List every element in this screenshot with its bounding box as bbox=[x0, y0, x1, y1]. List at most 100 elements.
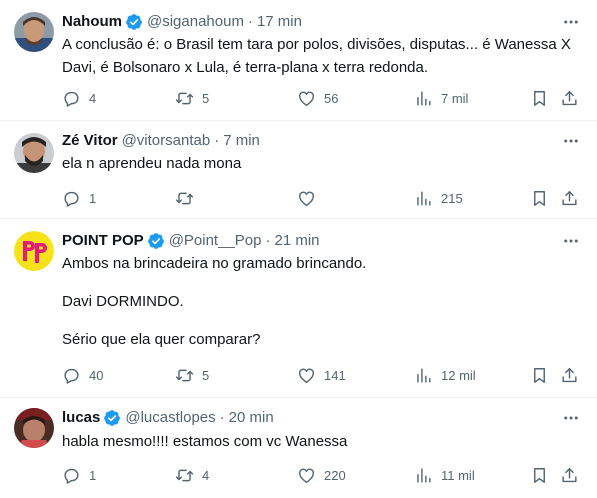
bookmark-icon bbox=[534, 467, 545, 483]
display-name[interactable]: lucas bbox=[62, 408, 100, 428]
tweet-text-line bbox=[62, 313, 581, 328]
share-icon bbox=[562, 90, 577, 105]
tweet-actions: 1 215 bbox=[62, 188, 583, 208]
tweet-text-line: ela n aprendeu nada mona bbox=[62, 155, 242, 172]
user-handle[interactable]: @Point__Pop bbox=[169, 231, 262, 251]
retweet-button[interactable]: 5 bbox=[175, 88, 209, 108]
views-count: 11 mil bbox=[441, 467, 475, 483]
reply-button[interactable]: 4 bbox=[62, 88, 96, 108]
share-button[interactable] bbox=[560, 465, 579, 485]
tweet[interactable]: Nahoum @siganahoum · 17 min A conclusão … bbox=[0, 0, 597, 121]
like-count: 141 bbox=[324, 367, 346, 383]
verified-badge-icon bbox=[126, 14, 142, 30]
views-button[interactable]: 215 bbox=[414, 188, 463, 208]
like-button[interactable]: 56 bbox=[297, 88, 338, 108]
bookmark-button[interactable] bbox=[530, 365, 549, 385]
tweet-text-line: habla mesmo!!!! estamos com vc Wanessa bbox=[62, 433, 348, 450]
avatar[interactable] bbox=[14, 12, 54, 52]
tweet[interactable]: Zé Vitor @vitorsantab · 7 min ela n apre… bbox=[0, 121, 597, 219]
timestamp[interactable]: 21 min bbox=[274, 231, 319, 251]
views-button[interactable]: 7 mil bbox=[414, 88, 468, 108]
more-options-icon[interactable] bbox=[561, 231, 581, 251]
display-name[interactable]: POINT POP bbox=[62, 231, 144, 251]
tweet-text-line: Davi, é Bolsonaro x Lula, é terra-plana … bbox=[62, 59, 429, 76]
retweet-button[interactable]: 4 bbox=[175, 465, 209, 485]
reply-count: 40 bbox=[89, 367, 104, 383]
tweet-text-line: Davi DORMINDO. bbox=[62, 293, 184, 310]
tweet-actions: 4 5 56 7 mil bbox=[62, 88, 583, 108]
bookmark-icon bbox=[534, 367, 545, 383]
avatar[interactable] bbox=[14, 231, 54, 271]
like-button[interactable] bbox=[297, 188, 324, 208]
retweet-button[interactable] bbox=[175, 188, 202, 208]
tweet-text: ela n aprendeu nada mona bbox=[62, 152, 581, 175]
heart-icon bbox=[299, 91, 314, 106]
reply-count: 1 bbox=[89, 190, 97, 206]
views-chart-icon bbox=[417, 467, 431, 483]
tweet-header: POINT POP @Point__Pop · 21 min bbox=[62, 231, 320, 251]
display-name[interactable]: Zé Vitor bbox=[62, 131, 118, 151]
reply-icon bbox=[64, 468, 79, 484]
retweet-count: 4 bbox=[202, 467, 210, 483]
timestamp[interactable]: 17 min bbox=[257, 12, 302, 32]
like-button[interactable]: 141 bbox=[297, 365, 346, 385]
views-count: 215 bbox=[441, 190, 463, 206]
avatar[interactable] bbox=[14, 408, 54, 448]
tweet-header: Nahoum @siganahoum · 17 min bbox=[62, 12, 302, 32]
display-name[interactable]: Nahoum bbox=[62, 12, 122, 32]
views-chart-icon bbox=[417, 367, 431, 383]
reply-button[interactable]: 1 bbox=[62, 188, 96, 208]
tweet-actions: 1 4 220 11 mil bbox=[62, 465, 583, 485]
retweet-button[interactable]: 5 bbox=[175, 365, 209, 385]
tweet-text-line: A conclusão é: o Brasil tem tara por pol… bbox=[62, 36, 571, 53]
reply-count: 1 bbox=[89, 467, 97, 483]
views-button[interactable]: 12 mil bbox=[414, 365, 476, 385]
retweet-count: 5 bbox=[202, 90, 210, 106]
verified-badge-icon bbox=[104, 410, 121, 426]
views-chart-icon bbox=[417, 90, 431, 106]
bookmark-button[interactable] bbox=[530, 88, 549, 108]
tweet-header: Zé Vitor @vitorsantab · 7 min bbox=[62, 131, 260, 151]
more-options-icon[interactable] bbox=[561, 12, 581, 32]
separator-dot: · bbox=[247, 13, 253, 30]
tweet-actions: 40 5 141 12 mil bbox=[62, 365, 583, 385]
bookmark-icon bbox=[534, 90, 545, 106]
tweet[interactable]: POINT POP @Point__Pop · 21 min Ambos na … bbox=[0, 219, 597, 398]
bookmark-icon bbox=[534, 190, 545, 206]
share-icon bbox=[562, 467, 577, 482]
retweet-icon bbox=[175, 92, 194, 104]
share-button[interactable] bbox=[560, 188, 579, 208]
like-count: 220 bbox=[324, 467, 346, 483]
user-handle[interactable]: @vitorsantab bbox=[122, 131, 211, 151]
like-button[interactable]: 220 bbox=[297, 465, 346, 485]
tweet-text-line: Ambos na brincadeira no gramado brincand… bbox=[62, 255, 367, 272]
share-button[interactable] bbox=[560, 88, 579, 108]
reply-icon bbox=[64, 191, 79, 207]
more-options-icon[interactable] bbox=[561, 408, 581, 428]
separator-dot: · bbox=[265, 232, 271, 249]
user-handle[interactable]: @siganahoum bbox=[147, 12, 244, 32]
like-count: 56 bbox=[324, 90, 339, 106]
verified-badge-icon bbox=[147, 233, 164, 249]
tweet-text: A conclusão é: o Brasil tem tara por pol… bbox=[62, 33, 581, 79]
retweet-icon bbox=[175, 469, 194, 481]
tweet-header: lucas @lucastlopes · 20 min bbox=[62, 408, 274, 428]
bookmark-button[interactable] bbox=[530, 188, 549, 208]
retweet-count: 5 bbox=[202, 367, 210, 383]
bookmark-button[interactable] bbox=[530, 465, 549, 485]
avatar[interactable] bbox=[14, 133, 54, 173]
more-options-icon[interactable] bbox=[561, 131, 581, 151]
views-button[interactable]: 11 mil bbox=[414, 465, 475, 485]
heart-icon bbox=[299, 368, 314, 383]
timestamp[interactable]: 7 min bbox=[223, 131, 260, 151]
tweet-feed: Nahoum @siganahoum · 17 min A conclusão … bbox=[0, 0, 597, 498]
views-chart-icon bbox=[417, 190, 431, 206]
reply-button[interactable]: 1 bbox=[62, 465, 96, 485]
share-button[interactable] bbox=[560, 365, 579, 385]
timestamp[interactable]: 20 min bbox=[229, 408, 274, 428]
reply-count: 4 bbox=[89, 90, 97, 106]
tweet[interactable]: lucas @lucastlopes · 20 min habla mesmo!… bbox=[0, 398, 597, 498]
tweet-text-line: Sério que ela quer comparar? bbox=[62, 331, 261, 348]
user-handle[interactable]: @lucastlopes bbox=[125, 408, 215, 428]
reply-button[interactable]: 40 bbox=[62, 365, 103, 385]
